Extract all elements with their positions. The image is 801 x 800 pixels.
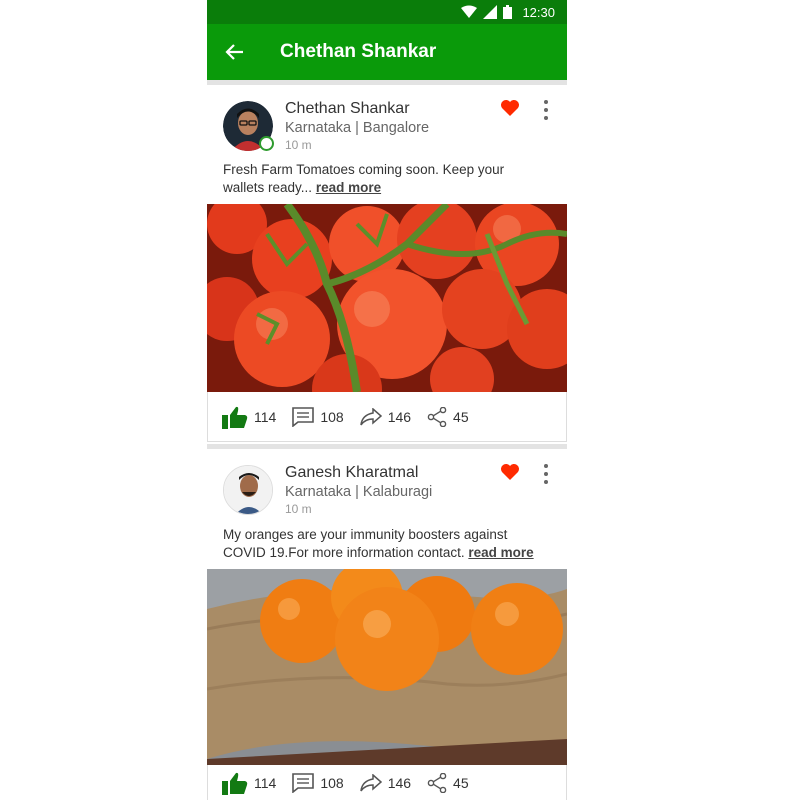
- forward-arrow-icon: [359, 773, 382, 791]
- status-time: 12:30: [522, 4, 555, 20]
- wifi-icon: [461, 5, 478, 18]
- post-image[interactable]: [207, 569, 567, 765]
- app-bar: Chethan Shankar: [207, 24, 567, 80]
- back-button[interactable]: [207, 24, 263, 80]
- post-actions: 114 108 146 45: [207, 765, 567, 800]
- dot-icon: [544, 480, 548, 484]
- post-body: My oranges are your immunity boosters ag…: [223, 527, 508, 560]
- author-location: Karnataka | Kalaburagi: [285, 484, 433, 500]
- forward-arrow-icon: [359, 407, 382, 425]
- forward-button[interactable]: 146: [359, 407, 412, 426]
- arrow-back-icon: [225, 44, 243, 60]
- comment-icon: [292, 406, 315, 427]
- share-icon: [427, 772, 447, 793]
- thumbs-up-icon: [222, 772, 248, 795]
- dot-icon: [544, 108, 548, 112]
- author-location: Karnataka | Bangalore: [285, 120, 430, 136]
- post-card: Ganesh Kharatmal Karnataka | Kalaburagi …: [207, 449, 567, 800]
- post-time: 10 m: [285, 138, 312, 152]
- author-name[interactable]: Chethan Shankar: [285, 100, 410, 118]
- dot-icon: [544, 464, 548, 468]
- forward-count: 146: [387, 774, 412, 791]
- avatar[interactable]: [223, 465, 273, 515]
- dot-icon: [544, 100, 548, 104]
- comment-icon: [292, 772, 315, 793]
- share-count: 45: [453, 774, 469, 791]
- comment-count: 108: [320, 774, 344, 791]
- like-count: 114: [254, 408, 277, 425]
- more-options-button[interactable]: [541, 464, 551, 484]
- heart-icon: [501, 100, 519, 116]
- online-indicator: [259, 136, 274, 151]
- post-actions: 114 108 146 45: [207, 392, 567, 442]
- dot-icon: [544, 116, 548, 120]
- read-more-link[interactable]: read more: [316, 180, 381, 195]
- post-image[interactable]: [207, 204, 567, 392]
- signal-icon: [483, 5, 498, 19]
- author-name[interactable]: Ganesh Kharatmal: [285, 464, 418, 482]
- dot-icon: [544, 472, 548, 476]
- read-more-link[interactable]: read more: [468, 545, 533, 560]
- forward-count: 146: [387, 408, 412, 425]
- heart-icon: [501, 464, 519, 480]
- thumbs-up-icon: [222, 406, 248, 429]
- page-title: Chethan Shankar: [280, 41, 437, 62]
- comment-button[interactable]: 108: [292, 406, 344, 427]
- like-button[interactable]: 114: [222, 771, 276, 795]
- comment-count: 108: [320, 408, 344, 425]
- share-icon: [427, 406, 447, 427]
- share-count: 45: [453, 408, 469, 425]
- favorite-button[interactable]: [500, 99, 520, 122]
- like-count: 114: [254, 774, 277, 791]
- share-button[interactable]: 45: [427, 772, 469, 793]
- forward-button[interactable]: 146: [359, 773, 412, 792]
- post-card: Chethan Shankar Karnataka | Bangalore 10…: [207, 85, 567, 445]
- phone-screen: 12:30 Chethan Shankar Chethan Shankar Ka…: [207, 0, 567, 800]
- post-text: My oranges are your immunity boosters ag…: [223, 526, 543, 562]
- post-time: 10 m: [285, 502, 312, 516]
- more-options-button[interactable]: [541, 100, 551, 120]
- status-bar: 12:30: [207, 0, 567, 24]
- share-button[interactable]: 45: [427, 406, 469, 427]
- like-button[interactable]: 114: [222, 405, 276, 429]
- battery-icon: [503, 5, 513, 19]
- post-text: Fresh Farm Tomatoes coming soon. Keep yo…: [223, 161, 523, 197]
- favorite-button[interactable]: [500, 463, 520, 486]
- comment-button[interactable]: 108: [292, 772, 344, 793]
